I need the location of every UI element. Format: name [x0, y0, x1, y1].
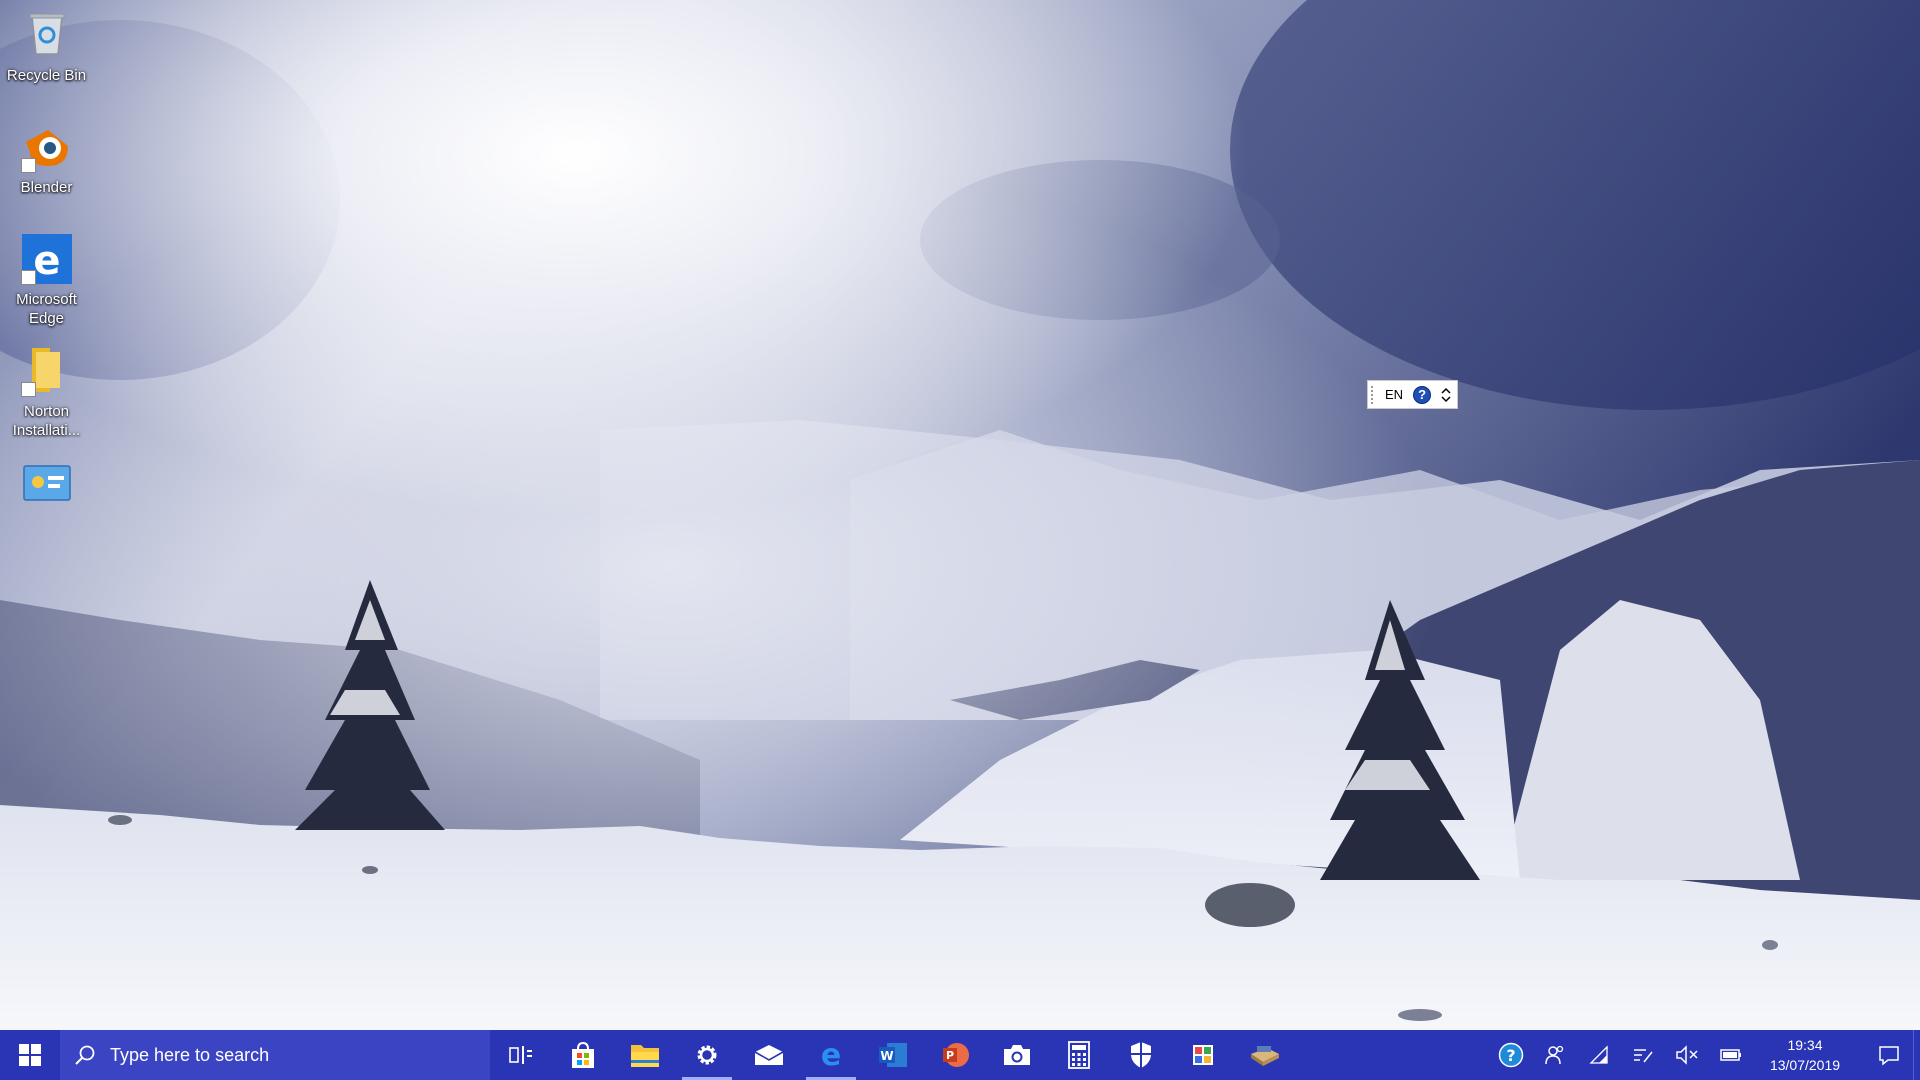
taskbar-camera[interactable]: [986, 1030, 1048, 1080]
shortcut-arrow-icon: [20, 382, 36, 397]
clock[interactable]: 19:34 13/07/2019: [1763, 1035, 1847, 1075]
help-icon: ?: [1498, 1042, 1524, 1068]
camera-icon: [1004, 1045, 1030, 1065]
battery-icon: [1720, 1049, 1741, 1061]
volume-muted-icon: [1676, 1045, 1698, 1065]
wifi-icon: [1589, 1045, 1608, 1064]
pen-input-icon: [1634, 1049, 1653, 1063]
blender-icon: [20, 120, 74, 174]
language-bar-grip[interactable]: [1371, 385, 1377, 404]
desktop-wallpaper: [0, 0, 1920, 1030]
chevron-up-down-icon: [1441, 387, 1451, 402]
taskbar-mail[interactable]: [738, 1030, 800, 1080]
powerpoint-icon: P: [943, 1043, 969, 1067]
help-icon[interactable]: ?: [1413, 385, 1432, 404]
taskbar-settings[interactable]: [676, 1030, 738, 1080]
search-box[interactable]: Type here to search: [60, 1030, 490, 1080]
clock-time: 19:34: [1787, 1037, 1823, 1053]
control-panel-icon: [20, 456, 74, 510]
taskbar-task-view[interactable]: [490, 1030, 552, 1080]
taskbar-microsoft-store[interactable]: [552, 1030, 614, 1080]
taskbar-windows-security[interactable]: [1110, 1030, 1172, 1080]
desktop-icon-label: Norton Installati...: [12, 403, 81, 439]
taskbar-microsoft-edge[interactable]: e: [800, 1030, 862, 1080]
svg-text:W: W: [880, 1049, 893, 1063]
taskbar-powerpoint[interactable]: P: [924, 1030, 986, 1080]
tray-people[interactable]: [1541, 1030, 1569, 1080]
gear-icon: [697, 1045, 717, 1065]
search-placeholder: Type here to search: [110, 1044, 270, 1065]
tray-input[interactable]: [1629, 1030, 1657, 1080]
action-center-button[interactable]: [1865, 1030, 1913, 1080]
edge-icon: e: [20, 232, 74, 286]
language-indicator[interactable]: EN: [1385, 387, 1403, 402]
svg-text:P: P: [946, 1049, 954, 1062]
language-bar[interactable]: EN ?: [1367, 380, 1458, 409]
shortcut-arrow-icon: [20, 270, 36, 285]
notification-icon: [1879, 1046, 1899, 1066]
tray-network[interactable]: [1585, 1030, 1613, 1080]
mail-icon: [754, 1045, 784, 1065]
show-desktop-button[interactable]: [1913, 1030, 1920, 1080]
desktop-icon-label: Blender: [20, 179, 73, 196]
search-icon: [75, 1045, 95, 1065]
store-icon: [572, 1041, 594, 1068]
taskbar-file-explorer[interactable]: [614, 1030, 676, 1080]
desktop-icon-control-panel[interactable]: [0, 456, 93, 510]
paint-icon: [1193, 1045, 1213, 1065]
word-icon: W: [879, 1043, 907, 1067]
taskbar: Type here to search e W P ? 19:34 13/07/…: [0, 1030, 1920, 1080]
calculator-icon: [1068, 1041, 1090, 1069]
tray-battery[interactable]: [1717, 1030, 1745, 1080]
taskbar-file-manager[interactable]: [1234, 1030, 1296, 1080]
clock-date: 13/07/2019: [1769, 1057, 1841, 1073]
tray-help[interactable]: ?: [1497, 1030, 1525, 1080]
svg-text:e: e: [821, 1040, 841, 1070]
desktop-icon-microsoft-edge[interactable]: e Microsoft Edge: [0, 232, 93, 328]
desktop-icon-blender[interactable]: Blender: [0, 120, 93, 197]
recycle-bin-icon: [20, 8, 74, 62]
taskbar-calculator[interactable]: [1048, 1030, 1110, 1080]
svg-text:?: ?: [1506, 1046, 1515, 1065]
desktop-icon-recycle-bin[interactable]: Recycle Bin: [0, 8, 93, 85]
folder-icon: [631, 1045, 659, 1067]
desktop: Recycle Bin Blender e Microsoft Edge Nor…: [0, 0, 1920, 1030]
language-bar-options-button[interactable]: [1441, 386, 1451, 404]
folder-icon: [20, 344, 74, 398]
taskbar-word[interactable]: W: [862, 1030, 924, 1080]
shortcut-arrow-icon: [20, 158, 36, 173]
desktop-icon-norton-installation[interactable]: Norton Installati...: [0, 344, 93, 440]
people-icon: [1545, 1045, 1564, 1065]
start-button[interactable]: [0, 1030, 60, 1080]
shield-icon: [1131, 1042, 1151, 1068]
edge-icon: e: [821, 1040, 841, 1070]
system-tray: ? 19:34 13/07/2019: [1489, 1030, 1920, 1080]
desktop-icon-label: Recycle Bin: [6, 67, 87, 84]
svg-text:e: e: [33, 238, 60, 284]
task-view-icon: [509, 1046, 532, 1064]
desktop-icon-label: Microsoft Edge: [16, 291, 77, 327]
file-manager-icon: [1251, 1046, 1279, 1066]
windows-logo-icon: [19, 1044, 41, 1066]
taskbar-paint-app[interactable]: [1172, 1030, 1234, 1080]
tray-volume[interactable]: [1673, 1030, 1701, 1080]
